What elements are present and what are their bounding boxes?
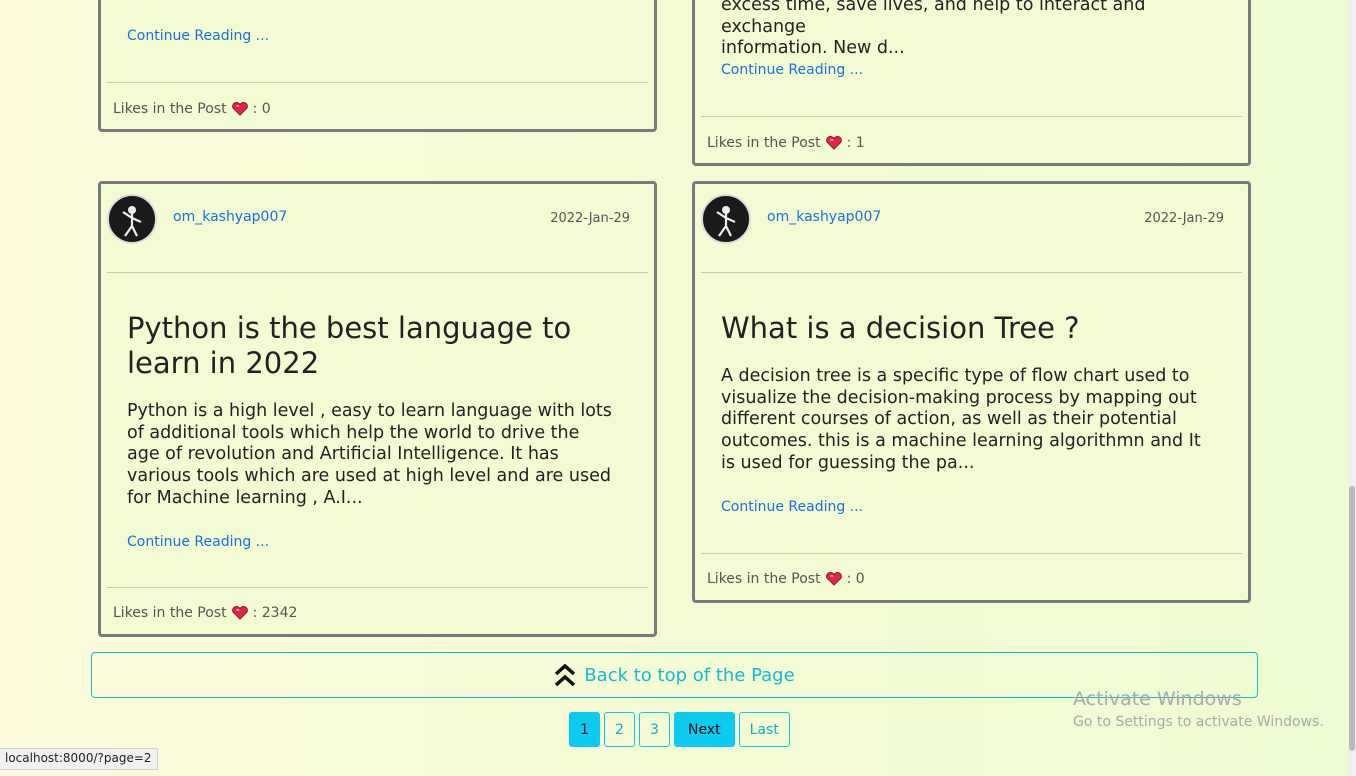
- post-card: Continue Reading ... Likes in the Post :…: [98, 0, 657, 132]
- likes-count: : 2342: [252, 605, 298, 621]
- continue-reading-link[interactable]: Continue Reading ...: [127, 28, 269, 44]
- author-row: om_kashyap007 2022-Jan-29: [107, 194, 630, 250]
- double-chevron-up-icon: [555, 663, 576, 687]
- post-date: 2022-Jan-29: [550, 211, 630, 226]
- author-row: om_kashyap007 2022-Jan-29: [701, 194, 1224, 250]
- activate-windows-title: Activate Windows: [1073, 688, 1242, 710]
- page-3-button[interactable]: 3: [639, 712, 670, 747]
- divider: [701, 553, 1242, 554]
- likes-count: : 0: [846, 571, 865, 587]
- heart-icon: [825, 572, 842, 586]
- skeleton-avatar-icon: [716, 206, 736, 237]
- likes-label: Likes in the Post: [113, 101, 227, 117]
- page-2-button[interactable]: 2: [604, 712, 635, 747]
- likes-label: Likes in the Post: [707, 571, 821, 587]
- divider: [107, 587, 648, 588]
- post-excerpt: Python is a high level , easy to learn l…: [127, 401, 612, 508]
- avatar[interactable]: [107, 194, 157, 244]
- avatar[interactable]: [701, 194, 751, 244]
- likes-row: Likes in the Post : 1: [707, 135, 865, 151]
- likes-count: : 1: [846, 135, 865, 151]
- scrollbar-track[interactable]: [1348, 0, 1356, 776]
- divider: [701, 272, 1242, 273]
- author-link[interactable]: om_kashyap007: [767, 209, 881, 225]
- post-card: om_kashyap007 2022-Jan-29 Python is the …: [98, 181, 657, 637]
- continue-reading-link[interactable]: Continue Reading ...: [721, 499, 863, 515]
- post-title[interactable]: What is a decision Tree ?: [721, 311, 1208, 346]
- scrollbar-thumb[interactable]: [1349, 486, 1355, 751]
- heart-icon: [231, 606, 248, 620]
- post-card: excess time, save lives, and help to int…: [692, 0, 1251, 166]
- heart-icon: [825, 136, 842, 150]
- activate-windows-subtitle: Go to Settings to activate Windows.: [1073, 714, 1324, 730]
- post-date: 2022-Jan-29: [1144, 211, 1224, 226]
- pagination: 1 2 3 Next Last: [569, 712, 790, 747]
- likes-label: Likes in the Post: [707, 135, 821, 151]
- post-excerpt: A decision tree is a specific type of fl…: [721, 366, 1201, 473]
- likes-row: Likes in the Post : 2342: [113, 605, 297, 621]
- author-link[interactable]: om_kashyap007: [173, 209, 287, 225]
- heart-icon: [231, 102, 248, 116]
- likes-count: : 0: [252, 101, 271, 117]
- divider: [107, 82, 648, 83]
- post-title[interactable]: Python is the best language to learn in …: [127, 311, 614, 381]
- last-page-button[interactable]: Last: [738, 712, 790, 747]
- likes-row: Likes in the Post : 0: [707, 571, 865, 587]
- status-bar-url: localhost:8000/?page=2: [0, 748, 158, 770]
- post-card: om_kashyap007 2022-Jan-29 What is a deci…: [692, 181, 1251, 603]
- next-page-button[interactable]: Next: [674, 712, 735, 747]
- post-excerpt: excess time, save lives, and help to int…: [721, 0, 1146, 59]
- back-to-top-label: Back to top of the Page: [584, 664, 795, 686]
- divider: [107, 272, 648, 273]
- likes-row: Likes in the Post : 0: [113, 101, 271, 117]
- divider: [701, 116, 1242, 117]
- continue-reading-link[interactable]: Continue Reading ...: [127, 534, 269, 550]
- continue-reading-link[interactable]: Continue Reading ...: [721, 62, 863, 78]
- skeleton-avatar-icon: [122, 206, 142, 237]
- likes-label: Likes in the Post: [113, 605, 227, 621]
- page-1-button[interactable]: 1: [569, 712, 600, 747]
